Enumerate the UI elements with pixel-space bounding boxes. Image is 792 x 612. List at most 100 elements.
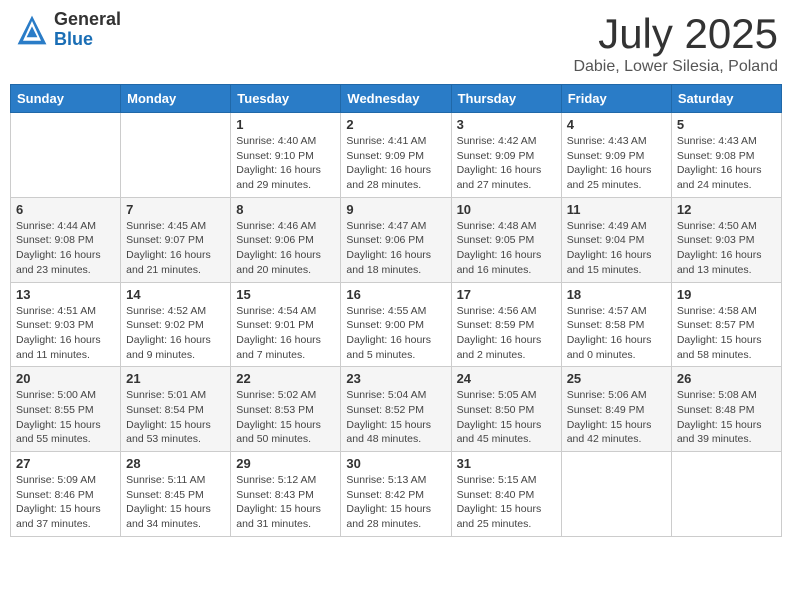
day-cell: 15Sunrise: 4:54 AM Sunset: 9:01 PM Dayli… bbox=[231, 282, 341, 367]
day-cell: 6 Sunrise: 4:44 AM Sunset: 9:08 PM Daylig… bbox=[11, 197, 121, 282]
day-info: Sunrise: 5:00 AM Sunset: 8:55 PM Dayligh… bbox=[16, 388, 115, 447]
day-info: Sunrise: 4:41 AM Sunset: 9:09 PM Dayligh… bbox=[346, 134, 445, 193]
day-cell: 11 Sunrise: 4:49 AM Sunset: 9:04 PM Dayli… bbox=[561, 197, 671, 282]
month-title: July 2025 bbox=[573, 10, 778, 58]
day-number: 11 bbox=[567, 202, 666, 217]
location: Dabie, Lower Silesia, Poland bbox=[573, 58, 778, 76]
day-cell: 12 Sunrise: 4:50 AM Sunset: 9:03 PM Dayli… bbox=[671, 197, 781, 282]
week-row-4: 20 Sunrise: 5:00 AM Sunset: 8:55 PM Dayli… bbox=[11, 367, 782, 452]
logo-general: General bbox=[54, 10, 121, 30]
weekday-header-sunday: Sunday bbox=[11, 85, 121, 113]
day-number: 13 bbox=[16, 287, 115, 302]
week-row-5: 27 Sunrise: 5:09 AM Sunset: 8:46 PM Dayli… bbox=[11, 452, 782, 537]
day-info: Sunrise: 4:48 AM Sunset: 9:05 PM Dayligh… bbox=[457, 219, 556, 278]
day-info: Sunrise: 4:57 AM Sunset: 8:58 PM Dayligh… bbox=[567, 304, 666, 363]
day-number: 6 bbox=[16, 202, 115, 217]
day-info: Sunrise: 4:47 AM Sunset: 9:06 PM Dayligh… bbox=[346, 219, 445, 278]
day-cell: 27 Sunrise: 5:09 AM Sunset: 8:46 PM Dayli… bbox=[11, 452, 121, 537]
day-info: Sunrise: 4:50 AM Sunset: 9:03 PM Dayligh… bbox=[677, 219, 776, 278]
logo-text: General Blue bbox=[54, 10, 121, 50]
day-info: Sunrise: 4:49 AM Sunset: 9:04 PM Dayligh… bbox=[567, 219, 666, 278]
day-number: 23 bbox=[346, 371, 445, 386]
day-info: Sunrise: 4:52 AM Sunset: 9:02 PM Dayligh… bbox=[126, 304, 225, 363]
day-cell: 13Sunrise: 4:51 AM Sunset: 9:03 PM Dayli… bbox=[11, 282, 121, 367]
day-cell: 16Sunrise: 4:55 AM Sunset: 9:00 PM Dayli… bbox=[341, 282, 451, 367]
week-row-1: 1 Sunrise: 4:40 AM Sunset: 9:10 PM Daylig… bbox=[11, 113, 782, 198]
logo: General Blue bbox=[14, 10, 121, 50]
day-cell: 4Sunrise: 4:43 AM Sunset: 9:09 PM Daylig… bbox=[561, 113, 671, 198]
day-number: 3 bbox=[457, 117, 556, 132]
day-cell: 26 Sunrise: 5:08 AM Sunset: 8:48 PM Dayli… bbox=[671, 367, 781, 452]
day-number: 21 bbox=[126, 371, 225, 386]
day-number: 1 bbox=[236, 117, 335, 132]
day-info: Sunrise: 5:13 AM Sunset: 8:42 PM Dayligh… bbox=[346, 473, 445, 532]
day-cell: 22Sunrise: 5:02 AM Sunset: 8:53 PM Dayli… bbox=[231, 367, 341, 452]
day-cell: 25Sunrise: 5:06 AM Sunset: 8:49 PM Dayli… bbox=[561, 367, 671, 452]
day-number: 26 bbox=[677, 371, 776, 386]
day-info: Sunrise: 4:45 AM Sunset: 9:07 PM Dayligh… bbox=[126, 219, 225, 278]
day-number: 7 bbox=[126, 202, 225, 217]
day-cell: 10 Sunrise: 4:48 AM Sunset: 9:05 PM Dayli… bbox=[451, 197, 561, 282]
day-number: 15 bbox=[236, 287, 335, 302]
day-cell: 9 Sunrise: 4:47 AM Sunset: 9:06 PM Daylig… bbox=[341, 197, 451, 282]
day-info: Sunrise: 5:08 AM Sunset: 8:48 PM Dayligh… bbox=[677, 388, 776, 447]
page-header: General Blue July 2025 Dabie, Lower Sile… bbox=[10, 10, 782, 76]
day-number: 10 bbox=[457, 202, 556, 217]
day-cell: 18 Sunrise: 4:57 AM Sunset: 8:58 PM Dayli… bbox=[561, 282, 671, 367]
day-cell: 23 Sunrise: 5:04 AM Sunset: 8:52 PM Dayli… bbox=[341, 367, 451, 452]
day-number: 17 bbox=[457, 287, 556, 302]
day-cell bbox=[121, 113, 231, 198]
day-info: Sunrise: 5:02 AM Sunset: 8:53 PM Dayligh… bbox=[236, 388, 335, 447]
calendar-table: SundayMondayTuesdayWednesdayThursdayFrid… bbox=[10, 84, 782, 537]
day-number: 28 bbox=[126, 456, 225, 471]
day-info: Sunrise: 4:55 AM Sunset: 9:00 PM Dayligh… bbox=[346, 304, 445, 363]
day-info: Sunrise: 4:46 AM Sunset: 9:06 PM Dayligh… bbox=[236, 219, 335, 278]
day-number: 29 bbox=[236, 456, 335, 471]
day-info: Sunrise: 5:15 AM Sunset: 8:40 PM Dayligh… bbox=[457, 473, 556, 532]
day-number: 2 bbox=[346, 117, 445, 132]
weekday-header-row: SundayMondayTuesdayWednesdayThursdayFrid… bbox=[11, 85, 782, 113]
weekday-header-thursday: Thursday bbox=[451, 85, 561, 113]
week-row-3: 13Sunrise: 4:51 AM Sunset: 9:03 PM Dayli… bbox=[11, 282, 782, 367]
day-cell: 21 Sunrise: 5:01 AM Sunset: 8:54 PM Dayli… bbox=[121, 367, 231, 452]
day-number: 14 bbox=[126, 287, 225, 302]
day-cell: 2 Sunrise: 4:41 AM Sunset: 9:09 PM Daylig… bbox=[341, 113, 451, 198]
day-info: Sunrise: 4:42 AM Sunset: 9:09 PM Dayligh… bbox=[457, 134, 556, 193]
day-cell: 14 Sunrise: 4:52 AM Sunset: 9:02 PM Dayli… bbox=[121, 282, 231, 367]
day-info: Sunrise: 5:01 AM Sunset: 8:54 PM Dayligh… bbox=[126, 388, 225, 447]
weekday-header-wednesday: Wednesday bbox=[341, 85, 451, 113]
week-row-2: 6 Sunrise: 4:44 AM Sunset: 9:08 PM Daylig… bbox=[11, 197, 782, 282]
day-cell: 7 Sunrise: 4:45 AM Sunset: 9:07 PM Daylig… bbox=[121, 197, 231, 282]
day-cell: 1 Sunrise: 4:40 AM Sunset: 9:10 PM Daylig… bbox=[231, 113, 341, 198]
logo-icon bbox=[14, 12, 50, 48]
day-cell bbox=[11, 113, 121, 198]
day-cell: 20 Sunrise: 5:00 AM Sunset: 8:55 PM Dayli… bbox=[11, 367, 121, 452]
day-cell: 3 Sunrise: 4:42 AM Sunset: 9:09 PM Daylig… bbox=[451, 113, 561, 198]
day-number: 18 bbox=[567, 287, 666, 302]
day-info: Sunrise: 4:56 AM Sunset: 8:59 PM Dayligh… bbox=[457, 304, 556, 363]
day-number: 8 bbox=[236, 202, 335, 217]
day-number: 9 bbox=[346, 202, 445, 217]
day-number: 12 bbox=[677, 202, 776, 217]
day-info: Sunrise: 5:05 AM Sunset: 8:50 PM Dayligh… bbox=[457, 388, 556, 447]
day-info: Sunrise: 4:40 AM Sunset: 9:10 PM Dayligh… bbox=[236, 134, 335, 193]
day-cell: 8 Sunrise: 4:46 AM Sunset: 9:06 PM Daylig… bbox=[231, 197, 341, 282]
weekday-header-monday: Monday bbox=[121, 85, 231, 113]
day-info: Sunrise: 4:43 AM Sunset: 9:09 PM Dayligh… bbox=[567, 134, 666, 193]
day-number: 30 bbox=[346, 456, 445, 471]
day-number: 19 bbox=[677, 287, 776, 302]
day-cell: 19 Sunrise: 4:58 AM Sunset: 8:57 PM Dayli… bbox=[671, 282, 781, 367]
day-number: 31 bbox=[457, 456, 556, 471]
day-number: 20 bbox=[16, 371, 115, 386]
day-number: 5 bbox=[677, 117, 776, 132]
day-number: 27 bbox=[16, 456, 115, 471]
day-number: 24 bbox=[457, 371, 556, 386]
day-info: Sunrise: 4:43 AM Sunset: 9:08 PM Dayligh… bbox=[677, 134, 776, 193]
day-info: Sunrise: 5:04 AM Sunset: 8:52 PM Dayligh… bbox=[346, 388, 445, 447]
day-info: Sunrise: 5:09 AM Sunset: 8:46 PM Dayligh… bbox=[16, 473, 115, 532]
day-cell: 31 Sunrise: 5:15 AM Sunset: 8:40 PM Dayli… bbox=[451, 452, 561, 537]
day-info: Sunrise: 4:58 AM Sunset: 8:57 PM Dayligh… bbox=[677, 304, 776, 363]
weekday-header-saturday: Saturday bbox=[671, 85, 781, 113]
day-info: Sunrise: 4:44 AM Sunset: 9:08 PM Dayligh… bbox=[16, 219, 115, 278]
day-info: Sunrise: 5:06 AM Sunset: 8:49 PM Dayligh… bbox=[567, 388, 666, 447]
